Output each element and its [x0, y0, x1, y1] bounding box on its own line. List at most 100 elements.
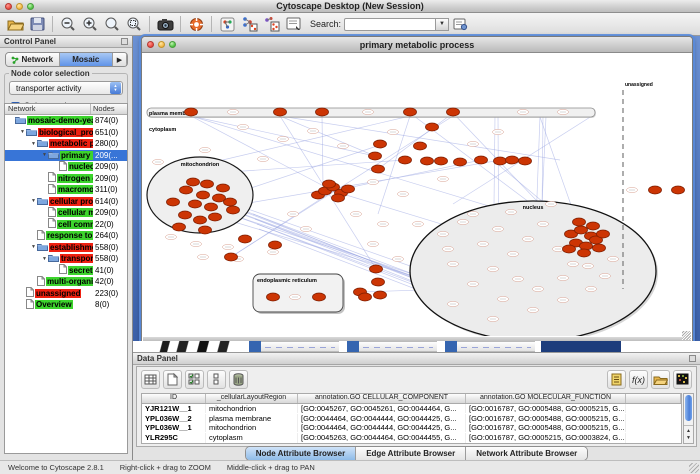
- tab-edge-attribute-browser[interactable]: Edge Attribute Browser: [356, 447, 466, 460]
- window-resize-grip[interactable]: [682, 331, 691, 340]
- tree-row-primary-metabo[interactable]: ▼primary metabo209(...: [5, 150, 127, 162]
- network-window-titlebar[interactable]: primary metabolic process: [142, 37, 692, 53]
- selected-network-node: [573, 218, 586, 226]
- tab-network[interactable]: Network: [6, 53, 60, 66]
- zoom-in-icon[interactable]: [79, 15, 101, 34]
- background-windows-strip: [133, 341, 700, 352]
- selected-network-node: [332, 194, 345, 202]
- search-dropdown-arrow-icon[interactable]: ▼: [436, 18, 449, 31]
- zoom-fit-icon[interactable]: [101, 15, 123, 34]
- zoom-out-icon[interactable]: [57, 15, 79, 34]
- selected-network-node: [205, 203, 218, 211]
- float-data-panel-icon[interactable]: [689, 355, 696, 362]
- expand-arrow-icon[interactable]: ▼: [30, 244, 37, 250]
- table-mode-icon[interactable]: [141, 370, 160, 389]
- expand-arrow-icon[interactable]: ▼: [30, 141, 37, 147]
- selected-network-node: [269, 241, 282, 249]
- open-file-icon[interactable]: [4, 15, 26, 34]
- new-attribute-icon[interactable]: [163, 370, 182, 389]
- tree-row-mosaic-demo-yeast[interactable]: mosaic-demo-yeast874(0): [5, 115, 127, 127]
- tab-mosaic[interactable]: Mosaic: [60, 53, 114, 66]
- help-icon[interactable]: [185, 15, 207, 34]
- tree-column-nodes[interactable]: Nodes: [91, 104, 127, 114]
- table-column-header[interactable]: [626, 394, 681, 403]
- selected-network-node: [563, 245, 576, 253]
- tree-row-transport[interactable]: ▼transport558(0): [5, 253, 127, 265]
- tree-row-macromolecule[interactable]: macromolecule311(0): [5, 184, 127, 196]
- table-row[interactable]: YJR121W__1mitochondrion[GO:0045267, GO:0…: [142, 404, 681, 414]
- background-window-fragment[interactable]: [261, 341, 339, 352]
- table-row[interactable]: YLR295Ccytoplasm[GO:0045263, GO:0044464,…: [142, 433, 681, 443]
- background-window-fragment[interactable]: [457, 341, 535, 352]
- selected-network-node: [359, 293, 372, 301]
- attribute-list-icon[interactable]: [607, 370, 626, 389]
- search-options-icon[interactable]: [449, 15, 471, 34]
- tab-network-attribute-browser[interactable]: Network Attribute Browser: [466, 447, 587, 460]
- layout-icon-2[interactable]: [260, 15, 282, 34]
- table-row[interactable]: YPL036W__1mitochondrion[GO:0044464, GO:0…: [142, 423, 681, 433]
- tree-row-nitrogen-compo[interactable]: nitrogen compo209(0): [5, 173, 127, 185]
- background-window-titlebar[interactable]: [541, 341, 621, 352]
- selected-network-node: [370, 265, 383, 273]
- background-window-edge[interactable]: [347, 341, 359, 352]
- tree-row-biological-process[interactable]: ▼biological_process651(0): [5, 127, 127, 139]
- select-attributes-icon[interactable]: [185, 370, 204, 389]
- tree-column-network[interactable]: Network: [5, 104, 91, 114]
- scroll-down-icon[interactable]: ▼: [686, 435, 691, 442]
- layout-icon-1[interactable]: [238, 15, 260, 34]
- scroll-up-icon[interactable]: ▲: [686, 428, 691, 435]
- tree-row-unassigned[interactable]: unassigned223(0): [5, 288, 127, 300]
- search-input[interactable]: [344, 18, 436, 31]
- matrix-icon[interactable]: [673, 370, 692, 389]
- tree-row-label: metabolic process: [49, 139, 93, 148]
- background-window-logo[interactable]: [151, 341, 241, 352]
- unselect-attributes-icon[interactable]: [207, 370, 226, 389]
- expand-arrow-icon[interactable]: ▼: [19, 129, 26, 135]
- tab-overflow-arrow-icon[interactable]: ▶: [113, 53, 127, 66]
- tree-row-establishment-of-lo[interactable]: ▼establishment of lo558(0): [5, 242, 127, 254]
- expand-arrow-icon[interactable]: ▼: [41, 256, 48, 262]
- scrollbar-thumb[interactable]: [685, 395, 692, 421]
- table-scrollbar[interactable]: ▲▼: [683, 393, 694, 444]
- tab-node-attribute-browser[interactable]: Node Attribute Browser: [246, 447, 357, 460]
- table-column-header[interactable]: annotation.GO CELLULAR_COMPONENT: [298, 394, 466, 403]
- annotation-icon[interactable]: [282, 15, 304, 34]
- node-color-selection-legend: Node color selection: [9, 69, 92, 78]
- table-cell: YLR295C: [142, 433, 206, 442]
- tree-row-nucleobase-[interactable]: nucleobase-209(0): [5, 161, 127, 173]
- tree-row-cellular-process[interactable]: ▼cellular process614(0): [5, 196, 127, 208]
- snapshot-icon[interactable]: [154, 15, 176, 34]
- expand-arrow-icon[interactable]: ▼: [41, 152, 48, 158]
- folder-icon: [37, 242, 49, 253]
- network-view-window[interactable]: primary metabolic process plasma membran…: [141, 36, 693, 342]
- tree-row-count: 651(0): [93, 128, 127, 137]
- tree-row-overview[interactable]: Overview8(0): [5, 299, 127, 311]
- tree-row-response-to-stimulu[interactable]: response to stimulu264(0): [5, 230, 127, 242]
- tree-row-metabolic-process[interactable]: ▼metabolic process280(0): [5, 138, 127, 150]
- table-row[interactable]: YKR052Ccytoplasm[GO:0044464, GO:0044446,…: [142, 442, 681, 444]
- app-resize-grip[interactable]: [689, 463, 699, 473]
- expand-arrow-icon[interactable]: ▼: [30, 198, 37, 204]
- table-cell: mitochondrion: [206, 423, 298, 432]
- background-window-edge[interactable]: [445, 341, 457, 352]
- function-builder-icon[interactable]: f(x): [629, 370, 648, 389]
- table-column-header[interactable]: ID: [142, 394, 206, 403]
- background-window-fragment[interactable]: [359, 341, 437, 352]
- tree-row-secretion[interactable]: secretion41(0): [5, 265, 127, 277]
- table-column-header[interactable]: annotation.GO MOLECULAR_FUNCTION: [466, 394, 626, 403]
- import-attributes-icon[interactable]: [651, 370, 670, 389]
- table-column-header[interactable]: _cellularLayoutRegion: [206, 394, 298, 403]
- tree-row-multi-organism-pro[interactable]: multi-organism pro42(0): [5, 276, 127, 288]
- background-window-edge[interactable]: [249, 341, 261, 352]
- network-canvas[interactable]: plasma membranecytoplasmmitochondrionnuc…: [143, 54, 691, 336]
- network-overview-icon[interactable]: [216, 15, 238, 34]
- float-panel-icon[interactable]: [121, 38, 128, 45]
- tree-row-cell-communicat[interactable]: cell communicat22(0): [5, 219, 127, 231]
- save-icon[interactable]: [26, 15, 48, 34]
- tree-row-cellular-metabol[interactable]: cellular metabol209(0): [5, 207, 127, 219]
- zoom-selected-icon[interactable]: [123, 15, 145, 34]
- selected-network-node: [435, 157, 448, 165]
- table-row[interactable]: YPL036W__2plasma membrane[GO:0044464, GO…: [142, 414, 681, 424]
- node-color-dropdown[interactable]: transporter activity ▲▼: [9, 81, 123, 95]
- delete-attribute-icon[interactable]: [229, 370, 248, 389]
